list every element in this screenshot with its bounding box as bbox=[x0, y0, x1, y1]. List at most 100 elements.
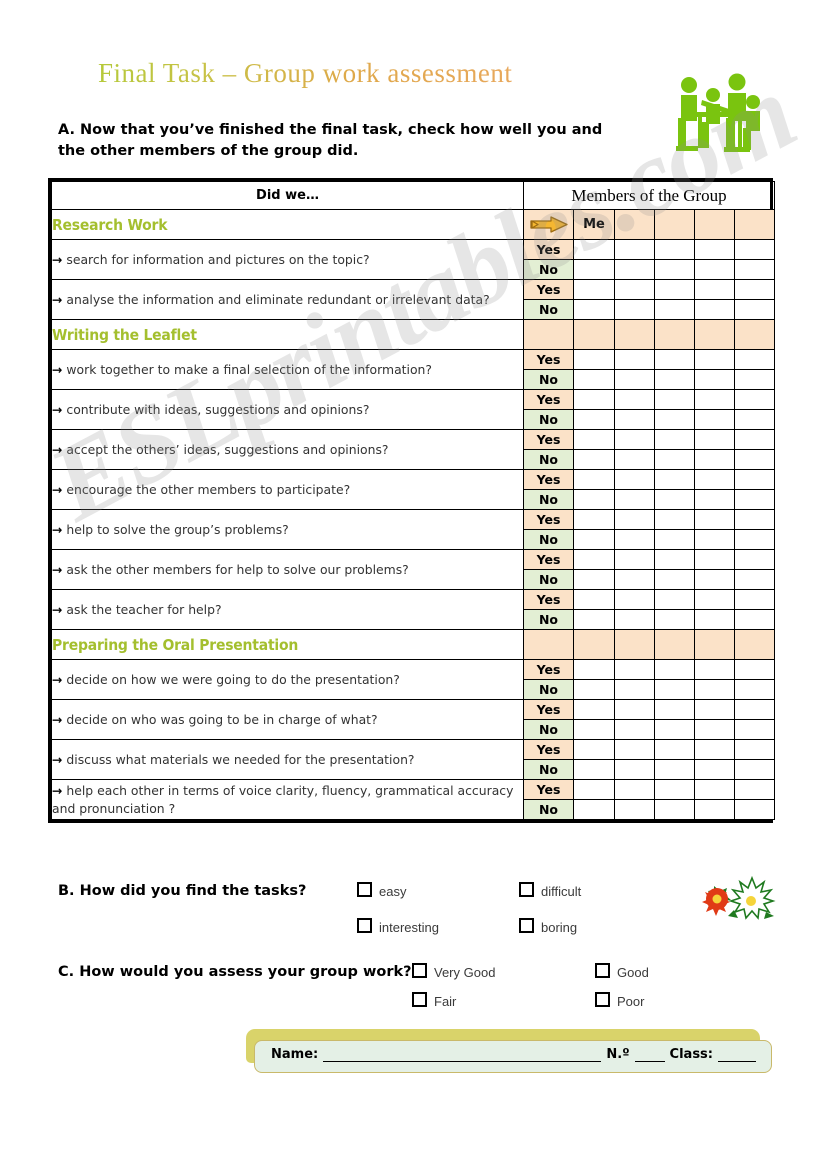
answer-cell-no[interactable] bbox=[694, 489, 735, 510]
answer-cell-no[interactable] bbox=[654, 529, 695, 550]
answer-cell-no[interactable] bbox=[694, 449, 735, 470]
answer-cell-yes[interactable] bbox=[733, 389, 776, 410]
answer-cell-no[interactable] bbox=[573, 369, 615, 390]
answer-cell-no[interactable] bbox=[694, 369, 735, 390]
checkbox-icon[interactable] bbox=[595, 992, 610, 1007]
member-column-header[interactable] bbox=[654, 209, 695, 240]
answer-cell-no[interactable] bbox=[614, 759, 655, 780]
answer-cell-yes[interactable] bbox=[654, 239, 695, 260]
answer-cell-no[interactable] bbox=[614, 369, 655, 390]
answer-cell-no[interactable] bbox=[573, 299, 615, 320]
answer-cell-no[interactable] bbox=[733, 569, 776, 590]
answer-cell-no[interactable] bbox=[654, 449, 695, 470]
answer-cell-yes[interactable] bbox=[733, 429, 776, 450]
checkbox-option-very-good[interactable]: Very Good bbox=[412, 963, 495, 980]
answer-cell-yes[interactable] bbox=[733, 549, 776, 570]
answer-cell-no[interactable] bbox=[654, 409, 695, 430]
answer-cell-no[interactable] bbox=[614, 489, 655, 510]
answer-cell-yes[interactable] bbox=[733, 509, 776, 530]
checkbox-icon[interactable] bbox=[412, 963, 427, 978]
answer-cell-yes[interactable] bbox=[694, 389, 735, 410]
answer-cell-no[interactable] bbox=[694, 799, 735, 820]
answer-cell-yes[interactable] bbox=[573, 239, 615, 260]
checkbox-icon[interactable] bbox=[595, 963, 610, 978]
checkbox-option-boring[interactable]: boring bbox=[519, 918, 577, 935]
answer-cell-yes[interactable] bbox=[733, 659, 776, 680]
answer-cell-yes[interactable] bbox=[733, 279, 776, 300]
answer-cell-yes[interactable] bbox=[654, 589, 695, 610]
answer-cell-yes[interactable] bbox=[694, 349, 735, 370]
answer-cell-yes[interactable] bbox=[614, 659, 655, 680]
answer-cell-yes[interactable] bbox=[733, 589, 776, 610]
answer-cell-yes[interactable] bbox=[614, 589, 655, 610]
answer-cell-no[interactable] bbox=[694, 609, 735, 630]
answer-cell-no[interactable] bbox=[733, 719, 776, 740]
answer-cell-no[interactable] bbox=[654, 759, 695, 780]
checkbox-icon[interactable] bbox=[357, 882, 372, 897]
answer-cell-no[interactable] bbox=[694, 759, 735, 780]
checkbox-icon[interactable] bbox=[412, 992, 427, 1007]
answer-cell-no[interactable] bbox=[694, 569, 735, 590]
name-input-line[interactable] bbox=[323, 1047, 602, 1062]
answer-cell-no[interactable] bbox=[573, 679, 615, 700]
answer-cell-yes[interactable] bbox=[654, 429, 695, 450]
checkbox-option-difficult[interactable]: difficult bbox=[519, 882, 581, 899]
answer-cell-yes[interactable] bbox=[573, 589, 615, 610]
checkbox-option-interesting[interactable]: interesting bbox=[357, 918, 439, 935]
answer-cell-no[interactable] bbox=[733, 409, 776, 430]
checkbox-option-good[interactable]: Good bbox=[595, 963, 649, 980]
answer-cell-yes[interactable] bbox=[614, 239, 655, 260]
answer-cell-no[interactable] bbox=[733, 299, 776, 320]
answer-cell-yes[interactable] bbox=[733, 699, 776, 720]
answer-cell-no[interactable] bbox=[733, 449, 776, 470]
answer-cell-yes[interactable] bbox=[654, 349, 695, 370]
answer-cell-no[interactable] bbox=[733, 489, 776, 510]
answer-cell-yes[interactable] bbox=[573, 509, 615, 530]
answer-cell-yes[interactable] bbox=[654, 509, 695, 530]
answer-cell-yes[interactable] bbox=[614, 389, 655, 410]
answer-cell-no[interactable] bbox=[733, 759, 776, 780]
answer-cell-yes[interactable] bbox=[654, 779, 695, 800]
answer-cell-no[interactable] bbox=[654, 569, 695, 590]
answer-cell-no[interactable] bbox=[614, 609, 655, 630]
answer-cell-yes[interactable] bbox=[573, 349, 615, 370]
answer-cell-no[interactable] bbox=[573, 409, 615, 430]
answer-cell-no[interactable] bbox=[573, 259, 615, 280]
answer-cell-yes[interactable] bbox=[573, 279, 615, 300]
answer-cell-no[interactable] bbox=[573, 569, 615, 590]
answer-cell-no[interactable] bbox=[654, 719, 695, 740]
number-input-line[interactable] bbox=[634, 1047, 665, 1062]
answer-cell-yes[interactable] bbox=[614, 699, 655, 720]
answer-cell-yes[interactable] bbox=[733, 239, 776, 260]
answer-cell-no[interactable] bbox=[694, 299, 735, 320]
answer-cell-yes[interactable] bbox=[614, 509, 655, 530]
answer-cell-yes[interactable] bbox=[694, 469, 735, 490]
answer-cell-no[interactable] bbox=[614, 799, 655, 820]
answer-cell-yes[interactable] bbox=[694, 739, 735, 760]
checkbox-option-poor[interactable]: Poor bbox=[595, 992, 644, 1009]
answer-cell-no[interactable] bbox=[654, 369, 695, 390]
answer-cell-yes[interactable] bbox=[694, 699, 735, 720]
answer-cell-yes[interactable] bbox=[614, 469, 655, 490]
answer-cell-yes[interactable] bbox=[694, 429, 735, 450]
answer-cell-no[interactable] bbox=[614, 299, 655, 320]
answer-cell-yes[interactable] bbox=[573, 779, 615, 800]
answer-cell-yes[interactable] bbox=[614, 549, 655, 570]
answer-cell-no[interactable] bbox=[573, 529, 615, 550]
answer-cell-no[interactable] bbox=[573, 449, 615, 470]
answer-cell-no[interactable] bbox=[654, 259, 695, 280]
member-column-header[interactable] bbox=[733, 209, 776, 240]
answer-cell-no[interactable] bbox=[573, 609, 615, 630]
answer-cell-yes[interactable] bbox=[654, 699, 695, 720]
answer-cell-no[interactable] bbox=[694, 409, 735, 430]
answer-cell-no[interactable] bbox=[654, 489, 695, 510]
checkbox-option-fair[interactable]: Fair bbox=[412, 992, 456, 1009]
answer-cell-no[interactable] bbox=[733, 609, 776, 630]
answer-cell-no[interactable] bbox=[654, 679, 695, 700]
answer-cell-no[interactable] bbox=[733, 679, 776, 700]
answer-cell-yes[interactable] bbox=[573, 739, 615, 760]
answer-cell-yes[interactable] bbox=[733, 779, 776, 800]
answer-cell-yes[interactable] bbox=[573, 469, 615, 490]
answer-cell-no[interactable] bbox=[654, 299, 695, 320]
answer-cell-yes[interactable] bbox=[733, 349, 776, 370]
